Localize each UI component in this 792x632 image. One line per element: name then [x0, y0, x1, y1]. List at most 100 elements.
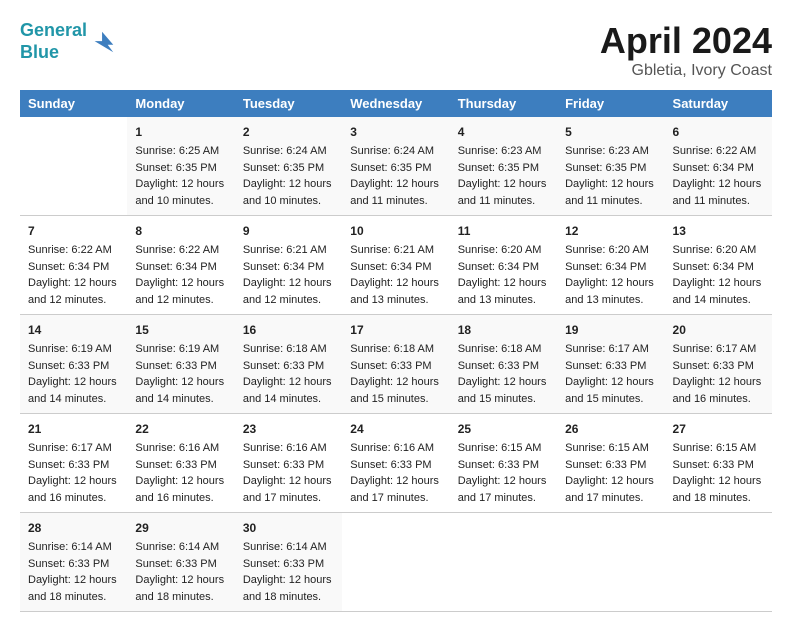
day-number: 30 — [243, 519, 334, 537]
calendar-cell: 8Sunrise: 6:22 AMSunset: 6:34 PMDaylight… — [127, 216, 234, 315]
day-number: 9 — [243, 222, 334, 240]
day-number: 19 — [565, 321, 656, 339]
calendar-cell: 10Sunrise: 6:21 AMSunset: 6:34 PMDayligh… — [342, 216, 449, 315]
sunrise-text: Sunrise: 6:19 AM — [135, 343, 219, 355]
sunrise-text: Sunrise: 6:22 AM — [28, 244, 112, 256]
calendar-cell: 6 Sunrise: 6:22 AM Sunset: 6:34 PM Daylight… — [665, 117, 772, 216]
sunset-text: Sunset: 6:33 PM — [243, 360, 324, 372]
daylight-text: Daylight: 12 hours and 18 minutes. — [28, 574, 117, 603]
day-number: 12 — [565, 222, 656, 240]
sunrise-text: Sunrise: 6:15 AM — [565, 442, 649, 454]
sunrise-text: Sunrise: 6:18 AM — [350, 343, 434, 355]
sunset-text: Sunset: 6:34 PM — [673, 162, 754, 174]
daylight-text: Daylight: 12 hours and 10 minutes. — [243, 178, 332, 207]
calendar-cell: 5Sunrise: 6:23 AMSunset: 6:35 PMDaylight… — [557, 117, 664, 216]
calendar-cell: 30Sunrise: 6:14 AMSunset: 6:33 PMDayligh… — [235, 513, 342, 612]
calendar-cell: 1Sunrise: 6:25 AMSunset: 6:35 PMDaylight… — [127, 117, 234, 216]
day-number: 10 — [350, 222, 441, 240]
sunrise-text: Sunrise: 6:22 AM — [673, 145, 757, 157]
sunrise-text: Sunrise: 6:19 AM — [28, 343, 112, 355]
calendar-cell — [665, 513, 772, 612]
calendar-cell: 20Sunrise: 6:17 AMSunset: 6:33 PMDayligh… — [665, 315, 772, 414]
calendar-cell: 12Sunrise: 6:20 AMSunset: 6:34 PMDayligh… — [557, 216, 664, 315]
day-number: 14 — [28, 321, 119, 339]
day-number: 25 — [458, 420, 549, 438]
sunset-text: Sunset: 6:34 PM — [350, 261, 431, 273]
week-row-4: 21 Sunrise: 6:17 AM Sunset: 6:33 PM Dayligh… — [20, 414, 772, 513]
column-header-wednesday: Wednesday — [342, 90, 449, 117]
calendar-header-row: SundayMondayTuesdayWednesdayThursdayFrid… — [20, 90, 772, 117]
daylight-text: Daylight: 12 hours and 16 minutes. — [673, 376, 762, 405]
sunset-text: Sunset: 6:33 PM — [458, 360, 539, 372]
logo-icon — [89, 28, 117, 56]
daylight-text: Daylight: 12 hours and 18 minutes. — [673, 475, 762, 504]
daylight-text: Daylight: 12 hours and 14 minutes. — [135, 376, 224, 405]
sunset-text: Sunset: 6:34 PM — [458, 261, 539, 273]
sunrise-text: Sunrise: 6:15 AM — [458, 442, 542, 454]
sunrise-text: Sunrise: 6:17 AM — [565, 343, 649, 355]
day-number: 1 — [135, 123, 226, 141]
daylight-text: Daylight: 12 hours and 16 minutes. — [135, 475, 224, 504]
sunset-text: Sunset: 6:35 PM — [458, 162, 539, 174]
sunset-text: Sunset: 6:35 PM — [350, 162, 431, 174]
daylight-text: Daylight: 12 hours and 13 minutes. — [458, 277, 547, 306]
day-number: 24 — [350, 420, 441, 438]
calendar-cell: 4Sunrise: 6:23 AMSunset: 6:35 PMDaylight… — [450, 117, 557, 216]
column-header-thursday: Thursday — [450, 90, 557, 117]
daylight-text: Daylight: 12 hours and 14 minutes. — [28, 376, 117, 405]
sunset-text: Sunset: 6:33 PM — [135, 459, 216, 471]
day-number: 5 — [565, 123, 656, 141]
daylight-text: Daylight: 12 hours and 11 minutes. — [673, 178, 762, 207]
sunset-text: Sunset: 6:33 PM — [135, 360, 216, 372]
calendar-cell: 19Sunrise: 6:17 AMSunset: 6:33 PMDayligh… — [557, 315, 664, 414]
sunset-text: Sunset: 6:34 PM — [565, 261, 646, 273]
daylight-text: Daylight: 12 hours and 11 minutes. — [350, 178, 439, 207]
daylight-text: Daylight: 12 hours and 15 minutes. — [350, 376, 439, 405]
column-header-friday: Friday — [557, 90, 664, 117]
page-title: April 2024 — [600, 20, 772, 62]
calendar-cell — [450, 513, 557, 612]
sunset-text: Sunset: 6:33 PM — [673, 459, 754, 471]
calendar-cell: 27 Sunrise: 6:15 AM Sunset: 6:33 PM Dayligh… — [665, 414, 772, 513]
daylight-text: Daylight: 12 hours and 17 minutes. — [243, 475, 332, 504]
sunset-text: Sunset: 6:35 PM — [135, 162, 216, 174]
daylight-text: Daylight: 12 hours and 13 minutes. — [565, 277, 654, 306]
day-number: 29 — [135, 519, 226, 537]
page-subtitle: Gbletia, Ivory Coast — [600, 62, 772, 80]
daylight-text: Daylight: 12 hours and 14 minutes. — [243, 376, 332, 405]
sunrise-text: Sunrise: 6:21 AM — [350, 244, 434, 256]
sunset-text: Sunset: 6:33 PM — [28, 459, 109, 471]
calendar-cell: 23Sunrise: 6:16 AMSunset: 6:33 PMDayligh… — [235, 414, 342, 513]
day-number: 6 — [673, 123, 764, 141]
sunset-text: Sunset: 6:33 PM — [243, 558, 324, 570]
week-row-1: 1Sunrise: 6:25 AMSunset: 6:35 PMDaylight… — [20, 117, 772, 216]
column-header-monday: Monday — [127, 90, 234, 117]
week-row-3: 14 Sunrise: 6:19 AM Sunset: 6:33 PM Dayligh… — [20, 315, 772, 414]
sunset-text: Sunset: 6:33 PM — [565, 360, 646, 372]
sunset-text: Sunset: 6:33 PM — [458, 459, 539, 471]
day-number: 11 — [458, 222, 549, 240]
sunset-text: Sunset: 6:33 PM — [28, 360, 109, 372]
sunrise-text: Sunrise: 6:20 AM — [673, 244, 757, 256]
sunrise-text: Sunrise: 6:18 AM — [458, 343, 542, 355]
calendar-cell: 29Sunrise: 6:14 AMSunset: 6:33 PMDayligh… — [127, 513, 234, 612]
calendar-cell: 17Sunrise: 6:18 AMSunset: 6:33 PMDayligh… — [342, 315, 449, 414]
sunrise-text: Sunrise: 6:15 AM — [673, 442, 757, 454]
week-row-5: 28Sunrise: 6:14 AMSunset: 6:33 PMDayligh… — [20, 513, 772, 612]
daylight-text: Daylight: 12 hours and 11 minutes. — [458, 178, 547, 207]
sunrise-text: Sunrise: 6:17 AM — [28, 442, 112, 454]
day-number: 21 — [28, 420, 119, 438]
daylight-text: Daylight: 12 hours and 17 minutes. — [458, 475, 547, 504]
day-number: 23 — [243, 420, 334, 438]
day-number: 2 — [243, 123, 334, 141]
day-number: 17 — [350, 321, 441, 339]
sunset-text: Sunset: 6:33 PM — [243, 459, 324, 471]
day-number: 27 — [673, 420, 764, 438]
logo: GeneralBlue — [20, 20, 117, 63]
day-number: 28 — [28, 519, 119, 537]
calendar-table: SundayMondayTuesdayWednesdayThursdayFrid… — [20, 90, 772, 612]
sunset-text: Sunset: 6:33 PM — [565, 459, 646, 471]
column-header-saturday: Saturday — [665, 90, 772, 117]
calendar-cell: 28Sunrise: 6:14 AMSunset: 6:33 PMDayligh… — [20, 513, 127, 612]
calendar-cell: 14 Sunrise: 6:19 AM Sunset: 6:33 PM Dayligh… — [20, 315, 127, 414]
